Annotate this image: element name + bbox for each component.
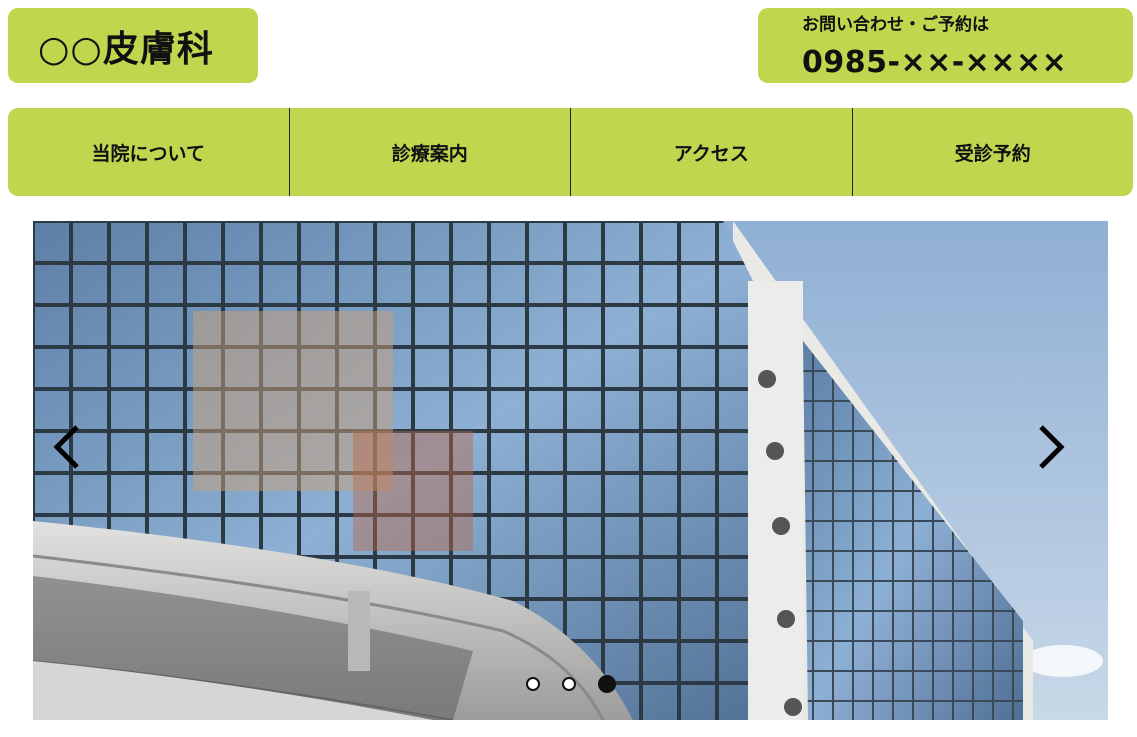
nav-item-services[interactable]: 診療案内 (290, 108, 571, 196)
slider-next-button[interactable] (1027, 419, 1077, 475)
slider-dot-2[interactable] (561, 677, 576, 691)
nav-item-access[interactable]: アクセス (571, 108, 853, 196)
chevron-right-icon (1039, 425, 1065, 469)
chevron-left-icon (53, 425, 79, 469)
contact-box: お問い合わせ・ご予約は 0985-××-×××× (758, 8, 1133, 83)
slider-dot-1[interactable] (525, 677, 540, 691)
slider-dot-3[interactable] (597, 675, 616, 693)
contact-label: お問い合わせ・ご予約は (802, 15, 989, 35)
global-nav: 当院について 診療案内 アクセス 受診予約 (8, 108, 1133, 196)
slider-pagination (33, 675, 1108, 693)
contact-phone-number[interactable]: 0985-××-×××× (802, 44, 1133, 82)
nav-item-reservation[interactable]: 受診予約 (853, 108, 1134, 196)
logo-box[interactable]: ○○皮膚科 (8, 8, 258, 83)
slider-prev-button[interactable] (41, 419, 91, 475)
page: ○○皮膚科 お問い合わせ・ご予約は 0985-××-×××× 当院について 診療… (0, 0, 1137, 737)
building-photo (33, 221, 1108, 720)
hero-slider (33, 221, 1108, 720)
site-logo-text[interactable]: ○○皮膚科 (38, 20, 214, 72)
nav-item-about[interactable]: 当院について (8, 108, 290, 196)
